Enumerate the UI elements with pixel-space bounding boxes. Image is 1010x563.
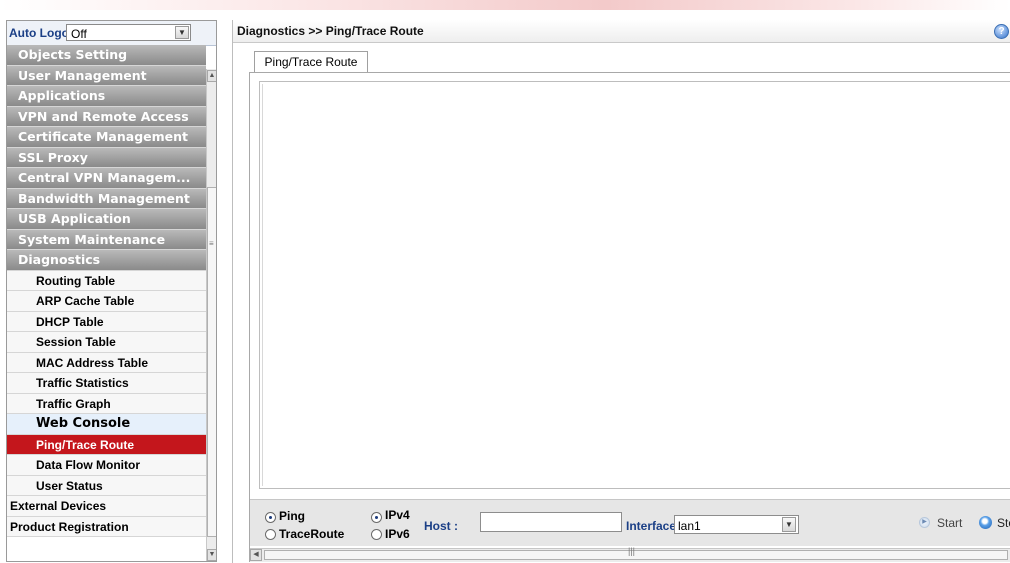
start-button[interactable]: Start	[937, 516, 962, 530]
menu-header-usb[interactable]: USB Application	[7, 209, 206, 230]
output-console	[259, 81, 1010, 489]
chevron-down-icon[interactable]: ▼	[175, 26, 189, 39]
ping-panel: Ping TraceRoute IPv4 IPv6 Host : Interfa…	[249, 72, 1010, 562]
menu-header-vpn[interactable]: VPN and Remote Access	[7, 106, 206, 127]
menu-header-objects-setting[interactable]: Objects Setting	[7, 45, 206, 66]
menu-item-arp-cache[interactable]: ARP Cache Table	[7, 291, 206, 312]
menu-item-ping-trace-route[interactable]: Ping/Trace Route	[7, 434, 206, 455]
menu-header-system-maintenance[interactable]: System Maintenance	[7, 229, 206, 250]
grip-icon: ≡	[209, 239, 214, 248]
scroll-down-icon[interactable]: ▼	[207, 549, 216, 561]
stop-icon[interactable]	[979, 516, 992, 529]
chevron-down-icon[interactable]: ▼	[782, 517, 796, 532]
menu-header-user-management[interactable]: User Management	[7, 65, 206, 86]
auto-logout-value: Off	[71, 27, 87, 41]
grip-icon: |||	[628, 546, 636, 556]
menu-item-traffic-statistics[interactable]: Traffic Statistics	[7, 373, 206, 394]
radio-traceroute-label[interactable]: TraceRoute	[279, 527, 344, 541]
radio-ipv6-label[interactable]: IPv6	[385, 527, 410, 541]
menu-item-routing-table[interactable]: Routing Table	[7, 270, 206, 291]
menu-header-diagnostics[interactable]: Diagnostics	[7, 250, 206, 271]
top-accent-bar	[0, 0, 1010, 10]
horizontal-scrollbar[interactable]: ◀ |||	[250, 546, 1010, 562]
menu-item-dhcp-table[interactable]: DHCP Table	[7, 311, 206, 332]
stop-button[interactable]: Stop	[997, 516, 1010, 530]
auto-logout-select[interactable]: Off ▼	[66, 24, 191, 41]
sidebar-scrollbar[interactable]: ▲ ≡ ▼	[206, 69, 216, 561]
menu-item-user-status[interactable]: User Status	[7, 475, 206, 496]
menu-header-central-vpn[interactable]: Central VPN Managem...	[7, 168, 206, 189]
horizontal-scroll-thumb[interactable]	[264, 550, 1008, 560]
menu-item-external-devices[interactable]: External Devices	[7, 496, 206, 517]
sidebar: Auto Logout : Off ▼ Objects Setting User…	[6, 20, 217, 562]
radio-ipv4[interactable]	[371, 512, 382, 523]
radio-ipv6[interactable]	[371, 529, 382, 540]
menu-header-bandwidth[interactable]: Bandwidth Management	[7, 188, 206, 209]
menu-item-session-table[interactable]: Session Table	[7, 332, 206, 353]
scroll-left-icon[interactable]: ◀	[250, 549, 262, 561]
menu-item-product-registration[interactable]: Product Registration	[7, 516, 206, 537]
nav-menu: Objects Setting User Management Applicat…	[7, 45, 206, 537]
radio-ping[interactable]	[265, 512, 276, 523]
breadcrumb: Diagnostics >> Ping/Trace Route	[237, 24, 424, 38]
menu-header-certificate[interactable]: Certificate Management	[7, 127, 206, 148]
menu-header-applications[interactable]: Applications	[7, 86, 206, 107]
menu-item-mac-address[interactable]: MAC Address Table	[7, 352, 206, 373]
menu-item-traffic-graph[interactable]: Traffic Graph	[7, 393, 206, 414]
breadcrumb-bar: Diagnostics >> Ping/Trace Route ?	[233, 20, 1010, 43]
tab-ping-trace-route[interactable]: Ping/Trace Route	[254, 51, 368, 73]
host-label: Host :	[424, 519, 458, 533]
start-icon[interactable]: ▶	[919, 517, 930, 528]
menu-header-ssl-proxy[interactable]: SSL Proxy	[7, 147, 206, 168]
host-input[interactable]	[480, 512, 622, 532]
main-content: Diagnostics >> Ping/Trace Route ? Ping/T…	[232, 20, 1010, 563]
auto-logout-bar: Auto Logout : Off ▼	[7, 21, 216, 46]
scroll-up-icon[interactable]: ▲	[207, 70, 216, 82]
interface-value: lan1	[678, 519, 701, 533]
radio-ipv4-label[interactable]: IPv4	[385, 508, 410, 522]
menu-item-data-flow-monitor[interactable]: Data Flow Monitor	[7, 455, 206, 476]
help-icon[interactable]: ?	[994, 24, 1009, 39]
menu-item-web-console[interactable]: Web Console	[7, 414, 206, 435]
controls-bar: Ping TraceRoute IPv4 IPv6 Host : Interfa…	[250, 499, 1010, 546]
radio-traceroute[interactable]	[265, 529, 276, 540]
interface-select[interactable]: lan1 ▼	[674, 515, 799, 534]
radio-ping-label[interactable]: Ping	[279, 509, 305, 523]
